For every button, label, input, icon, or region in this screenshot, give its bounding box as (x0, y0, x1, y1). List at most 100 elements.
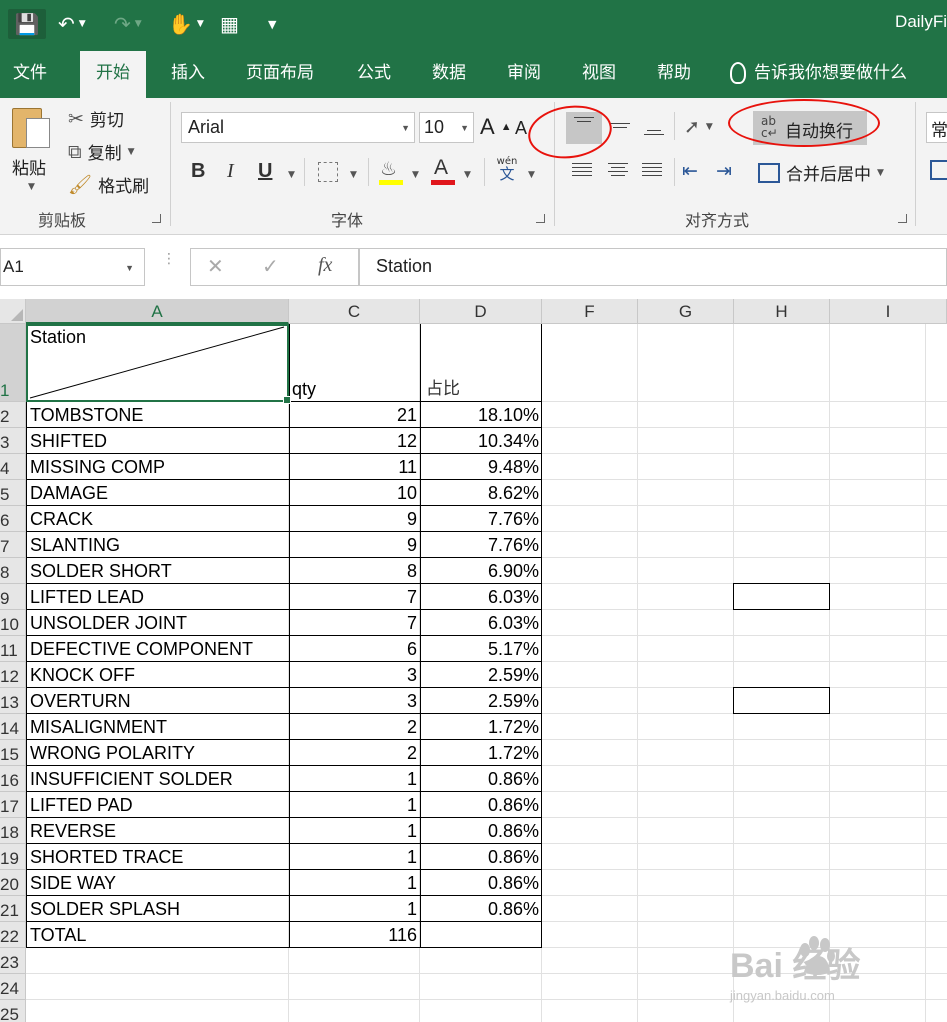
name-box[interactable]: A1 ▼ (0, 248, 145, 286)
row-header-4[interactable]: 4 (0, 454, 26, 480)
tab-page-layout[interactable]: 页面布局 (246, 48, 314, 98)
underline-dropdown-icon[interactable]: ▼ (288, 170, 295, 180)
touch-dropdown-icon[interactable]: ▼ (197, 19, 204, 29)
fill-color-icon[interactable]: ♨ (380, 158, 397, 180)
underline-button[interactable]: U (258, 160, 272, 183)
row-header-7[interactable]: 7 (0, 532, 26, 558)
conditional-format-icon[interactable] (930, 160, 947, 180)
tab-home[interactable]: 开始 (80, 51, 146, 98)
orientation-button[interactable]: ➚ ▼ (684, 116, 713, 138)
row-header-14[interactable]: 14 (0, 714, 26, 740)
cell-a17[interactable]: LIFTED PAD (26, 792, 289, 818)
clipboard-launcher-icon[interactable] (152, 214, 161, 223)
cell-a13[interactable]: OVERTURN (26, 688, 289, 714)
bottom-align-button[interactable] (638, 112, 670, 144)
row-header-15[interactable]: 15 (0, 740, 26, 766)
cell-d6[interactable]: 7.76% (420, 506, 542, 532)
cell-c13[interactable]: 3 (289, 688, 420, 714)
column-header-a[interactable]: A (26, 299, 289, 324)
cell-c6[interactable]: 9 (289, 506, 420, 532)
cell-d16[interactable]: 0.86% (420, 766, 542, 792)
row-header-8[interactable]: 8 (0, 558, 26, 584)
column-header-d[interactable]: D (420, 299, 542, 324)
cell-c15[interactable]: 2 (289, 740, 420, 766)
phonetic-dropdown-icon[interactable]: ▼ (528, 170, 535, 180)
cell-a2[interactable]: TOMBSTONE (26, 402, 289, 428)
tab-insert[interactable]: 插入 (171, 48, 205, 98)
increase-font-size-icon[interactable]: A ▲ (480, 114, 512, 140)
cell-d3[interactable]: 10.34% (420, 428, 542, 454)
cell-a20[interactable]: SIDE WAY (26, 870, 289, 896)
cell-a5[interactable]: DAMAGE (26, 480, 289, 506)
row-header-9[interactable]: 9 (0, 584, 26, 610)
cell-a9[interactable]: LIFTED LEAD (26, 584, 289, 610)
cell-d18[interactable]: 0.86% (420, 818, 542, 844)
align-center-button[interactable] (604, 160, 632, 186)
font-name-select[interactable]: Arial ▼ (181, 112, 415, 143)
cell-d14[interactable]: 1.72% (420, 714, 542, 740)
format-painter-button[interactable]: 🖌 格式刷 (68, 172, 149, 197)
row-header-22[interactable]: 22 (0, 922, 26, 948)
decrease-font-size-icon[interactable]: A (515, 118, 527, 139)
cell-c5[interactable]: 10 (289, 480, 420, 506)
cell-a3[interactable]: SHIFTED (26, 428, 289, 454)
cell-d4[interactable]: 9.48% (420, 454, 542, 480)
column-header-i[interactable]: I (830, 299, 947, 324)
cell-c19[interactable]: 1 (289, 844, 420, 870)
tab-view[interactable]: 视图 (582, 48, 616, 98)
cell-c9[interactable]: 7 (289, 584, 420, 610)
undo-dropdown-icon[interactable]: ▼ (79, 19, 86, 29)
tab-formulas[interactable]: 公式 (357, 48, 391, 98)
tab-review[interactable]: 审阅 (507, 48, 541, 98)
font-color-dropdown-icon[interactable]: ▼ (464, 170, 471, 180)
number-format-select[interactable]: 常 (926, 112, 947, 143)
cell-c21[interactable]: 1 (289, 896, 420, 922)
cell-a10[interactable]: UNSOLDER JOINT (26, 610, 289, 636)
cell-d22[interactable] (420, 922, 542, 948)
bold-button[interactable]: B (191, 160, 205, 183)
cell-a18[interactable]: REVERSE (26, 818, 289, 844)
cell-c10[interactable]: 7 (289, 610, 420, 636)
cell-a6[interactable]: CRACK (26, 506, 289, 532)
row-header-19[interactable]: 19 (0, 844, 26, 870)
row-header-3[interactable]: 3 (0, 428, 26, 454)
borders-dropdown-icon[interactable]: ▼ (350, 170, 357, 180)
tab-help[interactable]: 帮助 (657, 48, 691, 98)
enter-icon[interactable]: ✓ (262, 254, 279, 278)
row-header-10[interactable]: 10 (0, 610, 26, 636)
cell-d20[interactable]: 0.86% (420, 870, 542, 896)
decrease-indent-button[interactable]: ⇤ (682, 160, 698, 182)
cell-c18[interactable]: 1 (289, 818, 420, 844)
cell-c16[interactable]: 1 (289, 766, 420, 792)
cancel-icon[interactable]: ✕ (207, 254, 224, 278)
font-size-select[interactable]: 10 ▼ (419, 112, 474, 143)
cell-d11[interactable]: 5.17% (420, 636, 542, 662)
tab-file[interactable]: 文件 (13, 48, 47, 98)
row-header-20[interactable]: 20 (0, 870, 26, 896)
cell-d2[interactable]: 18.10% (420, 402, 542, 428)
align-left-button[interactable] (570, 160, 598, 186)
name-box-dropdown-icon[interactable]: ▼ (125, 263, 134, 273)
row-header-1[interactable]: 1 (0, 324, 26, 402)
insert-function-icon[interactable]: fx (318, 254, 332, 277)
italic-button[interactable]: I (227, 160, 234, 183)
cell-a12[interactable]: KNOCK OFF (26, 662, 289, 688)
save-icon[interactable]: 💾 (8, 9, 46, 39)
fill-color-dropdown-icon[interactable]: ▼ (412, 170, 419, 180)
cell-c14[interactable]: 2 (289, 714, 420, 740)
row-header-12[interactable]: 12 (0, 662, 26, 688)
cell-d8[interactable]: 6.90% (420, 558, 542, 584)
cell-c22[interactable]: 116 (289, 922, 420, 948)
column-header-f[interactable]: F (542, 299, 638, 324)
cell-d12[interactable]: 2.59% (420, 662, 542, 688)
cell-a21[interactable]: SOLDER SPLASH (26, 896, 289, 922)
tab-data[interactable]: 数据 (432, 48, 466, 98)
cell-c3[interactable]: 12 (289, 428, 420, 454)
header-qty[interactable]: qty (290, 376, 316, 402)
cell-c7[interactable]: 9 (289, 532, 420, 558)
cell-d5[interactable]: 8.62% (420, 480, 542, 506)
row-header-16[interactable]: 16 (0, 766, 26, 792)
cell-c8[interactable]: 8 (289, 558, 420, 584)
bordered-cell-h13[interactable] (733, 687, 830, 714)
cell-d19[interactable]: 0.86% (420, 844, 542, 870)
